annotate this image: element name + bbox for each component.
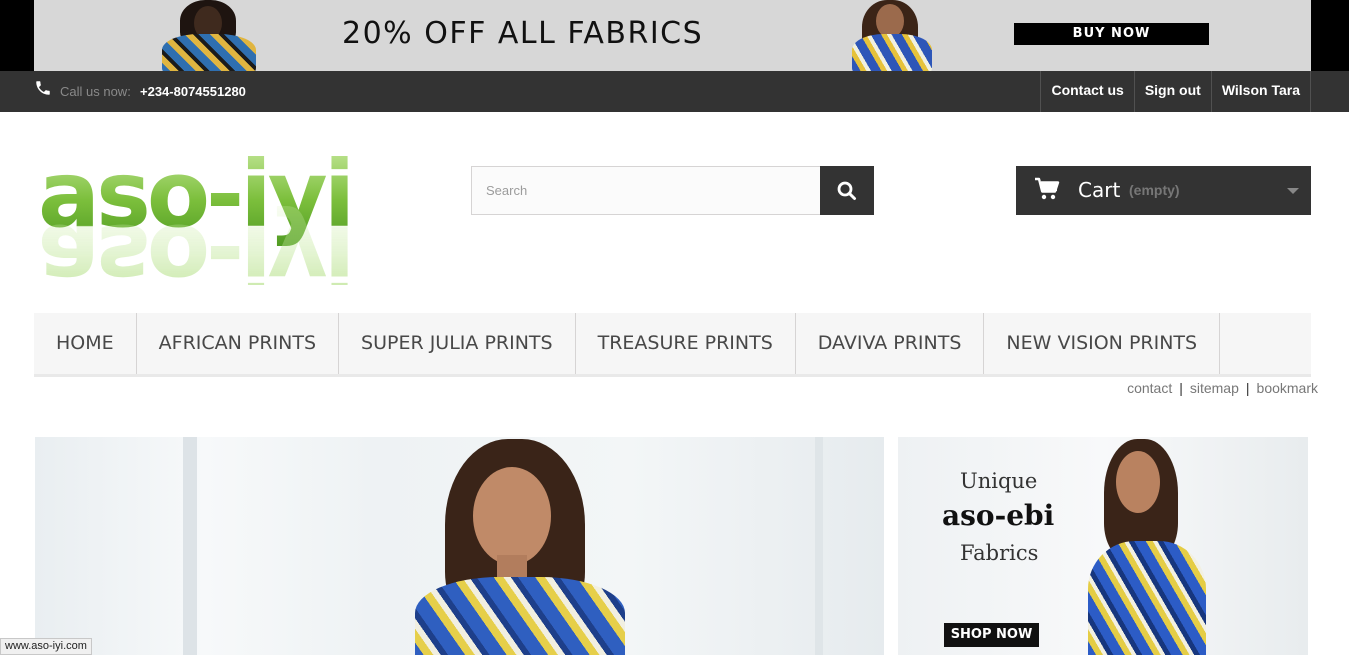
cart-title: Cart (1078, 178, 1121, 202)
phone-number: +234-8074551280 (140, 84, 246, 99)
side-promo-banner[interactable]: Unique aso-ebi Fabrics SHOP NOW (898, 437, 1308, 655)
homepage-slider[interactable] (35, 437, 884, 655)
contact-us-link[interactable]: Contact us (1041, 71, 1135, 112)
search-icon (837, 181, 856, 200)
chevron-down-icon (1287, 188, 1299, 194)
slider-model-image (385, 437, 685, 655)
cart-button[interactable]: Cart (empty) (1016, 166, 1311, 215)
menu-item-african-prints[interactable]: AFRICAN PRINTS (137, 313, 340, 374)
shopping-cart-icon (1035, 177, 1060, 200)
menu-item-super-julia-prints[interactable]: SUPER JULIA PRINTS (339, 313, 576, 374)
buy-now-button[interactable]: BUY NOW (1014, 23, 1209, 45)
site-logo[interactable]: aso-iyi aso-iyi (34, 140, 434, 285)
account-links: Contact us Sign out Wilson Tara (1040, 71, 1311, 112)
menu-item-new-vision-prints[interactable]: NEW VISION PRINTS (984, 313, 1221, 374)
promo-headline: 20% OFF ALL FABRICS (342, 16, 704, 51)
svg-text:aso-iyi: aso-iyi (38, 204, 351, 285)
separator: | (1179, 380, 1183, 396)
promo-banner[interactable]: 20% OFF ALL FABRICS BUY NOW (0, 0, 1349, 71)
side-banner-line3: Fabrics (960, 541, 1039, 565)
side-banner-model-image (1068, 437, 1228, 655)
sitemap-link[interactable]: sitemap (1190, 380, 1239, 396)
search-input[interactable] (471, 166, 821, 215)
account-name-link[interactable]: Wilson Tara (1212, 71, 1311, 112)
phone-icon (36, 81, 50, 95)
call-us-label: Call us now: (60, 84, 131, 99)
main-menu: HOME AFRICAN PRINTS SUPER JULIA PRINTS T… (34, 313, 1311, 377)
separator: | (1245, 380, 1250, 396)
window-frame-decoration (183, 437, 197, 655)
promo-model-right-image (834, 0, 954, 71)
menu-item-home[interactable]: HOME (34, 313, 137, 374)
top-nav-bar: Call us now: +234-8074551280 Contact us … (0, 71, 1349, 112)
side-banner-line2: aso-ebi (942, 499, 1055, 532)
side-banner-line1: Unique (960, 469, 1038, 493)
menu-item-treasure-prints[interactable]: TREASURE PRINTS (576, 313, 796, 374)
promo-banner-inner[interactable]: 20% OFF ALL FABRICS BUY NOW (34, 0, 1311, 71)
cart-quantity: (empty) (1129, 182, 1180, 198)
utility-links: contact | sitemap | bookmark (1127, 380, 1318, 396)
promo-model-left-image (154, 0, 264, 71)
status-bar-url: www.aso-iyi.com (0, 638, 92, 655)
page: 20% OFF ALL FABRICS BUY NOW Call us now:… (0, 0, 1349, 655)
shop-now-button[interactable]: SHOP NOW (944, 623, 1039, 647)
bookmark-link[interactable]: bookmark (1257, 380, 1318, 396)
menu-item-daviva-prints[interactable]: DAVIVA PRINTS (796, 313, 985, 374)
contact-link[interactable]: contact (1127, 380, 1172, 396)
sign-out-link[interactable]: Sign out (1135, 71, 1212, 112)
search-button[interactable] (820, 166, 874, 215)
window-frame-decoration (815, 437, 823, 655)
